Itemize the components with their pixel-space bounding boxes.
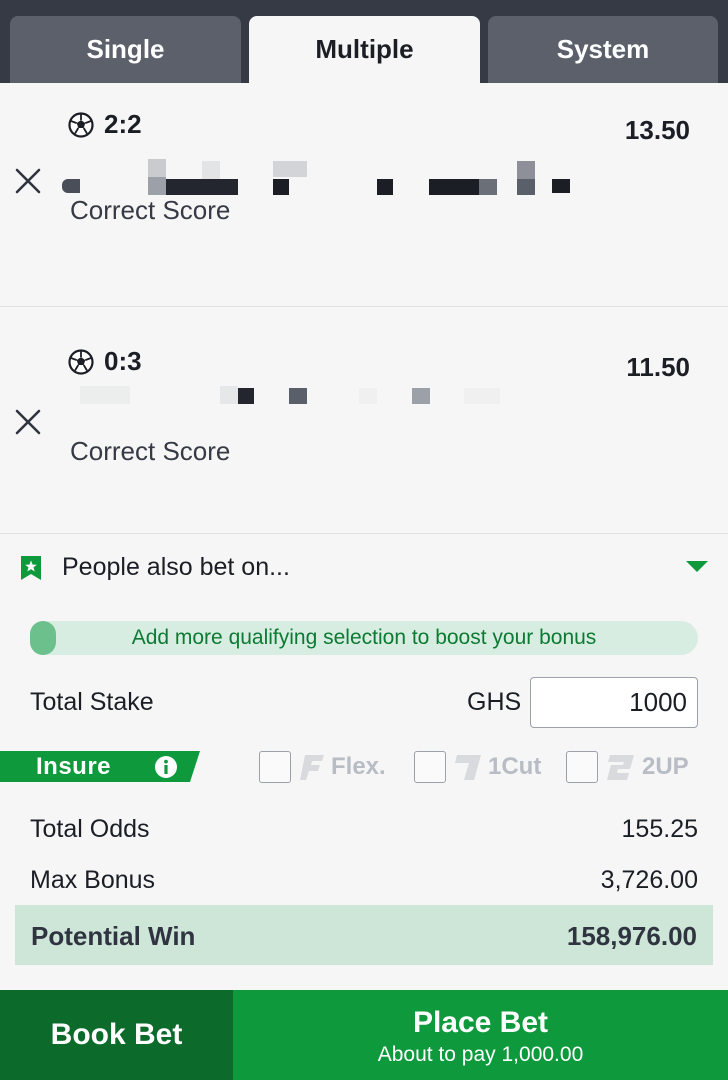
remove-selection-icon[interactable] xyxy=(14,167,42,195)
flex-logo-icon xyxy=(300,755,324,780)
flex-checkbox[interactable] xyxy=(259,751,291,783)
2up-logo-icon xyxy=(607,755,634,780)
flex-option[interactable]: Flex. xyxy=(259,750,386,784)
selection-odds: 11.50 xyxy=(626,352,690,382)
redacted-team-names xyxy=(62,384,582,424)
tab-system[interactable]: System xyxy=(488,16,718,83)
selection-odds: 13.50 xyxy=(624,115,690,145)
potential-win-value: 158,976.00 xyxy=(566,921,697,951)
tab-multiple[interactable]: Multiple xyxy=(249,16,480,83)
info-icon[interactable] xyxy=(154,755,178,779)
insure-badge: Insure xyxy=(0,751,200,782)
caret-down-icon[interactable] xyxy=(686,561,708,573)
selection-score: 2:2 xyxy=(68,109,142,140)
1cut-option[interactable]: 1Cut xyxy=(414,750,541,784)
total-stake-label: Total Stake xyxy=(30,688,154,716)
tab-single[interactable]: Single xyxy=(10,16,241,83)
1cut-logo-icon xyxy=(455,755,481,780)
total-odds-value: 155.25 xyxy=(621,815,698,843)
stake-input[interactable] xyxy=(530,677,698,728)
score-text: 2:2 xyxy=(104,109,142,139)
currency-label: GHS xyxy=(467,688,522,716)
people-also-bet-on-label: People also bet on... xyxy=(62,553,290,581)
place-bet-amount: About to pay 1,000.00 xyxy=(377,1043,584,1066)
2up-option[interactable]: 2UP xyxy=(566,750,689,784)
remove-selection-icon[interactable] xyxy=(14,408,42,436)
2up-checkbox[interactable] xyxy=(566,751,598,783)
selection-item: 0:3 11.50 Correct Score xyxy=(0,310,728,534)
potential-win-row: Potential Win 158,976.00 xyxy=(15,905,713,965)
selection-item: 2:2 13.50 Correct Score xyxy=(0,83,728,307)
redacted-team-names xyxy=(62,139,582,195)
max-bonus-label: Max Bonus xyxy=(30,866,156,894)
book-bet-label: Book Bet xyxy=(50,1018,183,1051)
potential-win-label: Potential Win xyxy=(31,921,196,951)
place-bet-label: Place Bet xyxy=(412,1006,549,1039)
total-odds-label: Total Odds xyxy=(30,815,150,843)
place-bet-button[interactable]: Place Bet About to pay 1,000.00 xyxy=(233,990,728,1080)
bonus-progress-bar: Add more qualifying selection to boost y… xyxy=(30,621,698,655)
1cut-checkbox[interactable] xyxy=(414,751,446,783)
1cut-label: 1Cut xyxy=(488,753,542,780)
2up-label: 2UP xyxy=(642,753,689,780)
score-text: 0:3 xyxy=(104,346,142,376)
flex-label: Flex. xyxy=(331,753,386,780)
people-also-bet-on-row[interactable]: People also bet on... xyxy=(0,535,728,599)
selection-market: Correct Score xyxy=(70,436,231,466)
selection-score: 0:3 xyxy=(68,346,142,377)
selection-market: Correct Score xyxy=(70,195,231,225)
book-bet-button[interactable]: Book Bet xyxy=(0,990,233,1080)
soccer-ball-icon xyxy=(68,348,94,375)
bookmark-star-icon xyxy=(21,556,41,580)
max-bonus-value: 3,726.00 xyxy=(600,866,698,894)
betslip-tabs: Single Multiple System xyxy=(0,0,728,83)
insure-label: Insure xyxy=(36,753,112,780)
bonus-message: Add more qualifying selection to boost y… xyxy=(131,626,597,649)
soccer-ball-icon xyxy=(68,111,94,138)
